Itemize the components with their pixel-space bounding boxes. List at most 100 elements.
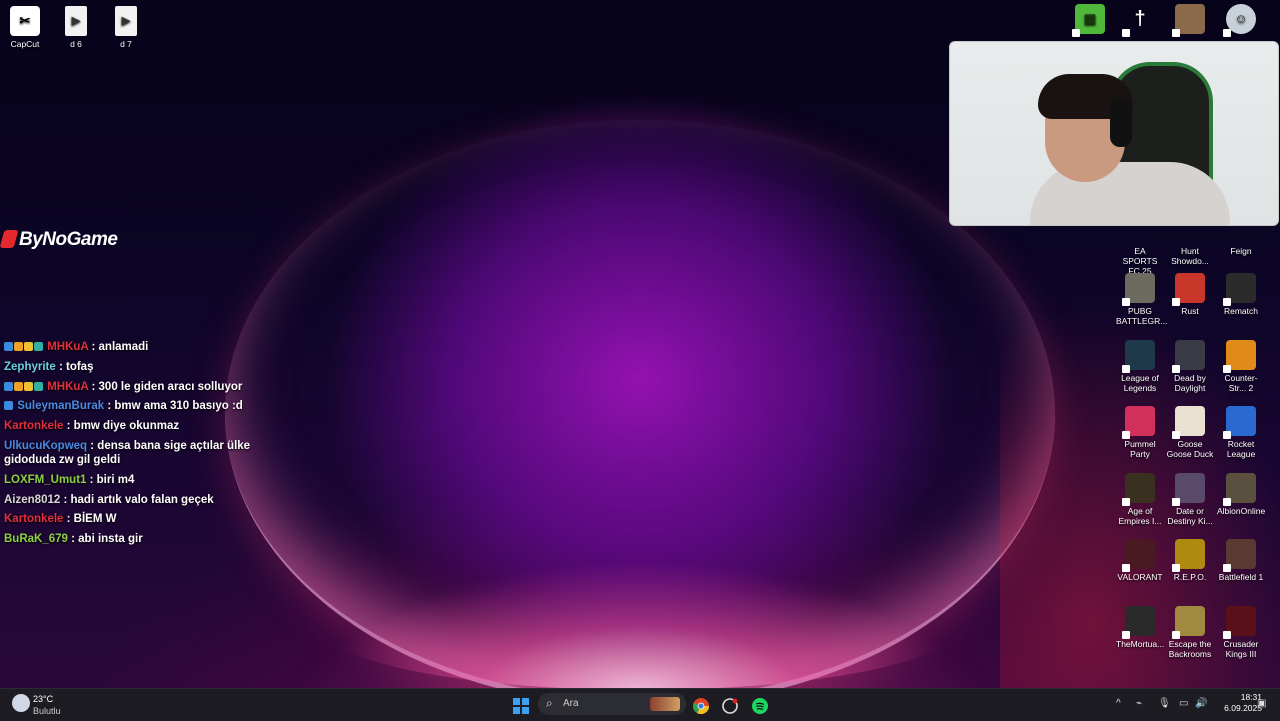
desktop-icon-label: TheMortua... <box>1116 639 1165 649</box>
desktop-icon-aoe[interactable]: Age of Empires I... <box>1116 473 1164 526</box>
chat-username: Aizen8012 <box>4 493 61 506</box>
desktop-icon-ea-fc[interactable]: EA SPORTS FC 25 <box>1116 213 1164 276</box>
chat-badge-icon <box>14 342 23 351</box>
chat-text: : anlamadi <box>91 341 149 353</box>
spotify-icon[interactable] <box>751 697 769 715</box>
speaker-icon[interactable]: 🔊 <box>1195 698 1207 709</box>
rematch-icon <box>1223 273 1256 306</box>
desktop-icon-league[interactable]: League of Legends <box>1116 340 1164 393</box>
albion-icon <box>1223 473 1256 506</box>
microphone-icon[interactable]: 🎙 <box>1158 698 1171 709</box>
desktop-icon-label: Goose Goose Duck <box>1166 439 1214 459</box>
wallpaper-glow <box>320 560 960 688</box>
weather-desc[interactable]: Bulutlu <box>33 706 61 716</box>
desktop-icon-game[interactable] <box>1166 4 1214 37</box>
desktop-icon-label: CapCut <box>10 39 40 49</box>
chat-badge-icon <box>24 381 33 391</box>
desktop-icon-label: Pummel Party <box>1124 439 1156 459</box>
taskbar-search[interactable]: ⌕ Ara <box>538 693 686 715</box>
chat-text: : tofaş <box>58 360 94 373</box>
desktop-icon-pubg[interactable]: PUBG BATTLEGR... <box>1116 273 1168 326</box>
desktop-icon-albion[interactable]: AlbionOnline <box>1217 473 1265 516</box>
desktop-icon-goose[interactable]: Goose Goose Duck <box>1166 406 1214 459</box>
chat-username: UlkucuKopweq <box>4 439 88 452</box>
desktop-icon-capcut[interactable]: ✂ CapCut <box>1 6 49 49</box>
chat-text: : bmw diye okunmaz <box>66 420 180 433</box>
windows-start-icon[interactable] <box>512 697 530 715</box>
stream-chat: MHKuA : anlamadi Zephyrite : tofaş MHKuA … <box>2 340 302 552</box>
desktop-icon-label: Counter-Str... 2 <box>1224 373 1258 393</box>
desktop-icon-label: Age of Empires I... <box>1118 506 1162 526</box>
chat-username: SuleymanBurak <box>17 400 105 413</box>
desktop-icon-backrooms[interactable]: Escape the Backrooms <box>1166 606 1214 659</box>
clock-time: 18:31 <box>1240 692 1262 702</box>
chat-username: Zephyrite <box>4 360 56 373</box>
desktop-icon-pummel-party[interactable]: Pummel Party <box>1116 406 1164 459</box>
clock-date: 6.09.2025 <box>1224 703 1262 713</box>
desktop-icon-hunt-showdown[interactable]: Hunt Showdo... <box>1166 213 1214 266</box>
desktop-icon-d7[interactable]: ▶ d 7 <box>102 6 150 49</box>
goose-icon <box>1172 406 1205 439</box>
chrome-icon[interactable] <box>692 697 710 715</box>
desktop-icon-label: League of Legends <box>1121 373 1159 393</box>
desktop-icon-rocket-league[interactable]: Rocket League <box>1217 406 1265 459</box>
desktop-icon-mortuary[interactable]: TheMortua... <box>1116 606 1164 649</box>
chat-badge-icon <box>34 381 43 391</box>
desktop-icon-label: Battlefield 1 <box>1218 572 1264 582</box>
valorant-icon <box>1122 539 1155 572</box>
chat-message: LOXFM_Umut1 : biri m4 <box>4 473 302 487</box>
chat-badge-icon <box>34 342 43 351</box>
rocket-league-icon <box>1223 406 1256 439</box>
video-file-icon: ▶ <box>115 6 137 36</box>
desktop-icon-feign[interactable]: Feign <box>1217 213 1265 256</box>
chat-text: : 300 le giden aracı solluyor <box>91 380 243 393</box>
notification-icon[interactable]: ▣ <box>1257 698 1266 709</box>
desktop-icon-rust[interactable]: Rust <box>1166 273 1214 316</box>
webcam-overlay <box>949 41 1279 226</box>
chat-username: Kartonkele <box>4 420 64 433</box>
chat-badge-icon <box>14 381 23 391</box>
search-highlight-icon <box>650 697 680 711</box>
pummel-party-icon <box>1122 406 1155 439</box>
weather-icon[interactable] <box>12 694 30 712</box>
chat-message: UlkucuKopweq : densa bana sige açtılar ü… <box>4 439 302 467</box>
desktop-icon-date-destiny[interactable]: Date or Destiny Ki... <box>1166 473 1214 526</box>
desktop-icon-label: PUBG BATTLEGR... <box>1116 306 1168 326</box>
weather-temp[interactable]: 23°C <box>33 694 53 704</box>
app-icon[interactable] <box>721 697 739 715</box>
desktop-icon-rematch[interactable]: Rematch <box>1217 273 1265 316</box>
desktop-icon-ghost[interactable]: ☺ <box>1217 4 1265 37</box>
desktop-icon-d6[interactable]: ▶ d 6 <box>52 6 100 49</box>
desktop-icon-battlefield[interactable]: Battlefield 1 <box>1217 539 1265 582</box>
network-off-icon[interactable]: ⌁ <box>1136 698 1142 709</box>
desktop-icon-cs2[interactable]: Counter-Str... 2 <box>1217 340 1265 393</box>
desktop-icon-label: Rocket League <box>1226 439 1256 459</box>
chat-message: Zephyrite : tofaş <box>4 360 302 374</box>
desktop-icon-label: Rematch <box>1223 306 1258 316</box>
chat-text: : BİEM W <box>66 513 117 526</box>
chat-badge-icon <box>24 342 33 351</box>
chat-badge-icon <box>4 401 13 411</box>
capcut-icon: ✂ <box>10 6 40 36</box>
display-icon[interactable]: ▭ <box>1179 698 1188 709</box>
chat-username: MHKuA <box>47 380 89 393</box>
desktop-icon-ck3[interactable]: Crusader Kings III <box>1217 606 1265 659</box>
desktop-icon-label: Feign <box>1230 246 1252 256</box>
clock[interactable]: 18:31 6.09.2025 <box>1222 692 1262 714</box>
mortuary-icon <box>1122 606 1155 639</box>
desktop-icon-dbd[interactable]: Dead by Daylight <box>1166 340 1214 393</box>
chat-username: Kartonkele <box>4 513 64 526</box>
desktop-icon-label: Escape the Backrooms <box>1168 639 1212 659</box>
chevron-up-icon[interactable]: ^ <box>1116 698 1121 709</box>
rust-icon <box>1172 273 1205 306</box>
desktop-icon-repo[interactable]: R.E.P.O. <box>1166 539 1214 582</box>
ck3-icon <box>1223 606 1256 639</box>
chat-text: : bmw ama 310 basıyo :d <box>107 400 243 413</box>
desktop-icon-valorant[interactable]: VALORANT <box>1116 539 1164 582</box>
desktop-icon-label: EA SPORTS FC 25 <box>1122 246 1158 276</box>
desktop-icon-sword[interactable]: † <box>1116 4 1164 37</box>
bynogame-logo: ByNoGame <box>0 229 118 251</box>
bynogame-mark-icon <box>0 230 19 248</box>
desktop-icon-minecraft[interactable]: ▩ <box>1066 4 1114 37</box>
steam-ghost-icon: ☺ <box>1223 4 1256 37</box>
